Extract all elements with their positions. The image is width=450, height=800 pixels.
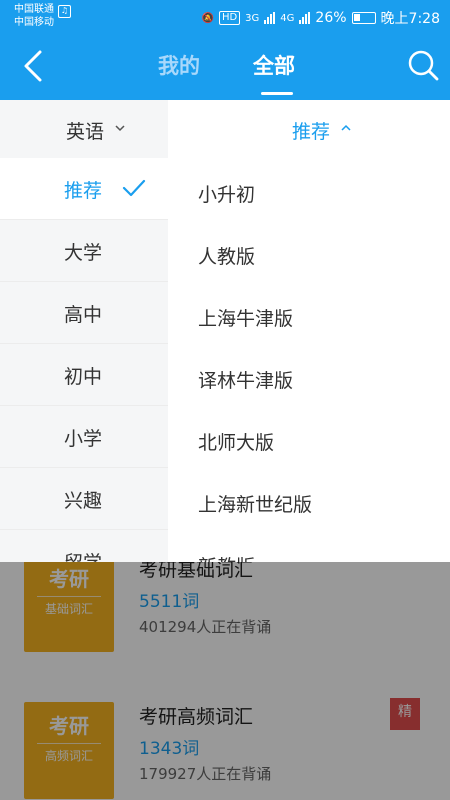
app-header: 我的 全部 [0, 36, 450, 100]
sort-filter-label: 推荐 [292, 121, 331, 143]
check-icon [122, 179, 146, 197]
tab-indicator [261, 92, 293, 95]
textbook-option[interactable]: 上海新世纪版 [198, 490, 312, 517]
textbook-option[interactable]: 上海牛津版 [198, 304, 293, 331]
textbook-option-list: 小升初 人教版 上海牛津版 译林牛津版 北师大版 上海新世纪版 新教版 [168, 158, 450, 562]
carrier-1: 中国联通 [14, 4, 54, 15]
category-label: 兴趣 [64, 490, 103, 512]
tab-all[interactable]: 全部 [253, 50, 295, 80]
category-label: 推荐 [64, 180, 103, 202]
category-item[interactable]: 大学 [0, 220, 168, 282]
category-item[interactable]: 高中 [0, 282, 168, 344]
battery-percent: 26% [315, 10, 347, 26]
tab-mine[interactable]: 我的 [158, 50, 200, 80]
category-label: 高中 [64, 304, 103, 326]
clock: 晚上7:28 [380, 11, 440, 27]
textbook-option[interactable]: 北师大版 [198, 428, 274, 455]
signal-icon [264, 12, 276, 24]
category-label: 大学 [64, 242, 103, 264]
sort-filter[interactable]: 推荐 [168, 100, 450, 158]
back-icon[interactable] [16, 48, 52, 84]
network-4g: 4G [280, 12, 295, 24]
filter-panel: 英语 推荐 推荐 大学 高中 初中 小学 兴趣 小升初 人教版 上海牛津版 译林… [0, 100, 450, 562]
textbook-option[interactable]: 新教版 [198, 552, 255, 562]
battery-icon [351, 12, 376, 24]
category-label: 小学 [64, 428, 103, 450]
textbook-option[interactable]: 小升初 [198, 180, 255, 207]
textbook-option[interactable]: 译林牛津版 [198, 366, 293, 393]
chevron-up-icon [341, 124, 351, 131]
mute-icon: 🔕 [201, 12, 214, 24]
category-item[interactable]: 留学 [0, 530, 168, 562]
search-icon[interactable] [406, 48, 440, 82]
hd-badge: HD [218, 11, 241, 25]
category-label: 留学 [64, 548, 102, 562]
network-3g: 3G [245, 12, 260, 24]
category-item[interactable]: 初中 [0, 344, 168, 406]
subject-filter-label: 英语 [66, 121, 105, 143]
category-item[interactable]: 推荐 [0, 158, 168, 220]
carrier-2: 中国移动 [14, 17, 54, 28]
subject-filter[interactable]: 英语 [0, 100, 168, 158]
category-list: 推荐 大学 高中 初中 小学 兴趣 留学 [0, 158, 168, 562]
chevron-down-icon [115, 125, 125, 132]
textbook-option[interactable]: 人教版 [198, 242, 255, 269]
sim-icon: ♫ [58, 5, 71, 18]
category-item[interactable]: 小学 [0, 406, 168, 468]
category-label: 初中 [64, 366, 103, 388]
category-item[interactable]: 兴趣 [0, 468, 168, 530]
signal-icon [299, 12, 311, 24]
status-bar: 中国联通 中国移动 ♫ 🔕 HD 3G 4G 26% 晚上7:28 [0, 0, 450, 36]
